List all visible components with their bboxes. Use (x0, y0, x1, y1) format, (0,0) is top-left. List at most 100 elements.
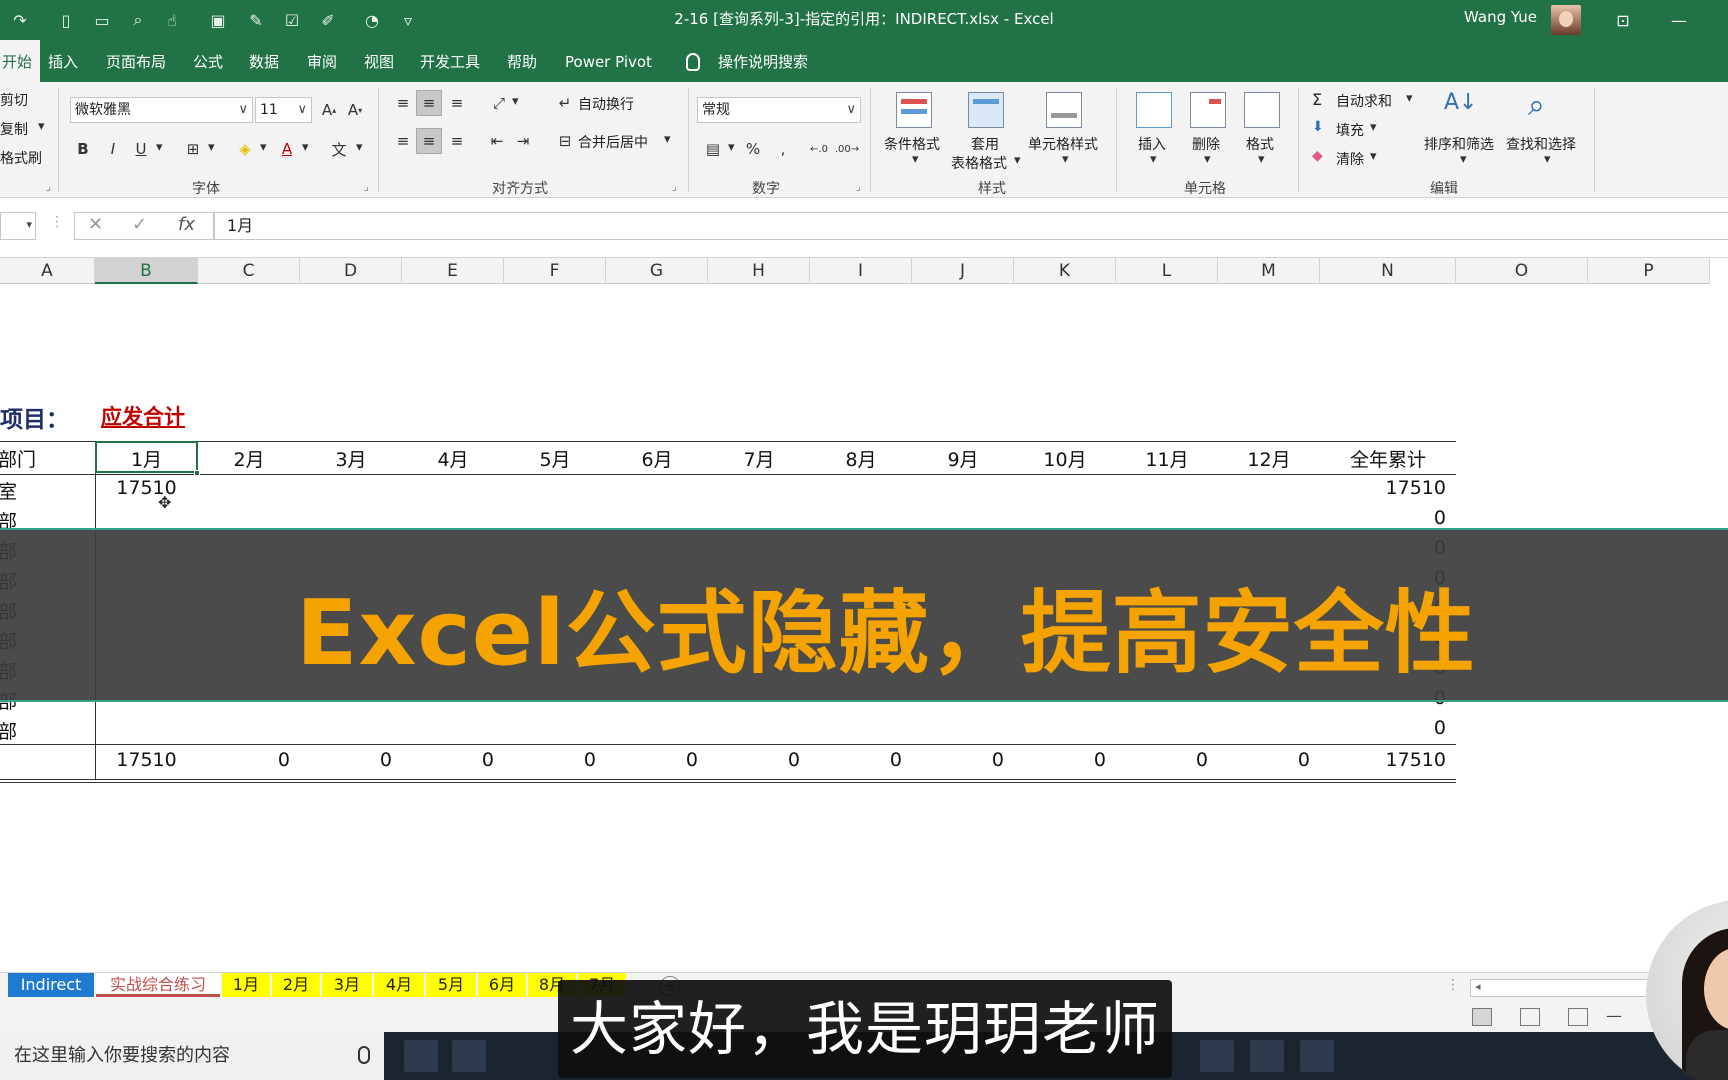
column-header-m[interactable]: M (1218, 258, 1320, 284)
conditional-format-button[interactable]: 条件格式 (884, 134, 940, 154)
pen-icon[interactable]: ✐ (316, 9, 340, 31)
cell-styles-icon[interactable] (1046, 92, 1082, 128)
horizontal-scrollbar[interactable]: ◂ (1470, 979, 1650, 997)
sum-value[interactable]: 0 (912, 749, 1004, 771)
tell-me-search[interactable]: 操作说明搜索 (718, 40, 808, 82)
number-launcher-icon[interactable]: ⌟ (856, 182, 861, 193)
alignment-launcher-icon[interactable]: ⌟ (672, 182, 677, 193)
format-cells-button[interactable]: 格式 (1246, 134, 1274, 154)
phonetic-icon[interactable]: 文 (326, 136, 352, 162)
sheet-tab[interactable]: 1月 (222, 973, 270, 997)
align-bottom-icon[interactable]: ≡ (444, 90, 470, 116)
column-header-g[interactable]: G (606, 258, 708, 284)
sum-value[interactable]: 0 (504, 749, 596, 771)
find-dropdown-icon[interactable]: ▾ (1544, 152, 1551, 167)
underline-icon[interactable]: U (128, 136, 154, 162)
format-as-table-line1[interactable]: 套用 (971, 134, 999, 154)
cancel-formula-icon[interactable]: ✕ (88, 214, 103, 235)
conditional-format-icon[interactable] (896, 92, 932, 128)
fill-down-icon[interactable]: ⬇ (1312, 119, 1324, 135)
tab-review[interactable]: 审阅 (307, 40, 337, 82)
sheet-tab[interactable]: Indirect (8, 973, 94, 997)
find-magnifier-icon[interactable]: ⌕ (1528, 88, 1545, 123)
phonetic-dropdown-icon[interactable]: ▾ (356, 140, 363, 155)
column-header-f[interactable]: F (504, 258, 606, 284)
header-month[interactable]: 8月 (810, 445, 912, 472)
eraser-icon[interactable]: ◆ (1312, 148, 1323, 164)
taskbar-app-icon[interactable] (1200, 1040, 1234, 1072)
name-box[interactable]: ▾ (0, 212, 36, 240)
taskbar-search[interactable]: 在这里输入你要搜索的内容 (0, 1032, 384, 1080)
header-month[interactable]: 5月 (504, 445, 606, 472)
percent-icon[interactable]: % (740, 136, 766, 162)
fill-button[interactable]: 填充 (1336, 120, 1364, 140)
currency-icon[interactable]: ▤ (700, 136, 726, 162)
merge-center-button[interactable]: 合并后居中 (578, 132, 648, 152)
header-month[interactable]: 4月 (402, 445, 504, 472)
column-header-n[interactable]: N (1320, 258, 1456, 284)
cell-styles-button[interactable]: 单元格样式 (1028, 134, 1098, 154)
row-value-b[interactable]: 17510 (95, 477, 198, 499)
cut-button[interactable]: 剪切 (0, 90, 28, 110)
row-total[interactable]: 0 (1320, 507, 1446, 529)
format-painter-button[interactable]: 格式刷 (0, 148, 42, 168)
tab-split-grip-icon[interactable]: ⋮ (1446, 977, 1460, 993)
sort-filter-button[interactable]: 排序和筛选 (1424, 134, 1494, 154)
border-icon[interactable]: ⊞ (180, 136, 206, 162)
fill-color-dropdown-icon[interactable]: ▾ (260, 140, 267, 155)
header-month[interactable]: 12月 (1218, 445, 1320, 472)
column-header-j[interactable]: J (912, 258, 1014, 284)
copy-dropdown-icon[interactable]: ▾ (38, 119, 45, 134)
number-format-select[interactable]: 常规 ∨ (697, 97, 861, 123)
row-dept[interactable]: 部 (0, 717, 17, 744)
header-month[interactable]: 7月 (708, 445, 810, 472)
sheet-tab[interactable]: 2月 (272, 973, 320, 997)
delete-cells-icon[interactable] (1190, 92, 1226, 128)
open-folder-icon[interactable]: ▭ (90, 9, 114, 31)
zoom-out-icon[interactable]: — (1606, 1006, 1622, 1025)
column-header-a[interactable]: A (0, 258, 95, 284)
header-month[interactable]: 6月 (606, 445, 708, 472)
delete-dropdown-icon[interactable]: ▾ (1204, 152, 1211, 167)
taskbar-app-icon[interactable] (404, 1040, 438, 1072)
align-left-icon[interactable]: ≡ (390, 128, 416, 154)
font-color-icon[interactable]: A (274, 136, 300, 162)
align-right-icon[interactable]: ≡ (444, 128, 470, 154)
column-header-l[interactable]: L (1116, 258, 1218, 284)
fill-dropdown-icon[interactable]: ▾ (1370, 120, 1377, 135)
sum-value[interactable]: 0 (606, 749, 698, 771)
microphone-icon[interactable] (358, 1046, 370, 1064)
italic-icon[interactable]: I (100, 136, 126, 162)
clipboard-launcher-icon[interactable]: ⌟ (46, 182, 51, 193)
timer-icon[interactable]: ◔ (360, 9, 384, 31)
font-size-select[interactable]: 11 ∨ (255, 97, 312, 123)
fill-handle[interactable] (194, 470, 200, 476)
ribbon-display-icon[interactable]: ⊡ (1606, 6, 1640, 34)
sort-filter-icon[interactable]: A↓ (1444, 90, 1477, 115)
sheet-tab[interactable]: 5月 (426, 973, 476, 997)
autosum-dropdown-icon[interactable]: ▾ (1406, 91, 1413, 106)
screenshot-icon[interactable]: ▣ (206, 9, 230, 31)
column-header-k[interactable]: K (1014, 258, 1116, 284)
font-color-dropdown-icon[interactable]: ▾ (302, 140, 309, 155)
border-dropdown-icon[interactable]: ▾ (208, 140, 215, 155)
insert-cells-button[interactable]: 插入 (1138, 134, 1166, 154)
header-month[interactable]: 3月 (300, 445, 402, 472)
brush-icon[interactable]: ✎ (244, 9, 268, 31)
tab-page-layout[interactable]: 页面布局 (106, 40, 166, 82)
insert-cells-icon[interactable] (1136, 92, 1172, 128)
tab-power-pivot[interactable]: Power Pivot (565, 40, 652, 82)
row-total[interactable]: 0 (1320, 717, 1446, 739)
page-break-view-icon[interactable] (1568, 1008, 1588, 1026)
format-as-table-icon[interactable] (968, 92, 1004, 128)
bold-icon[interactable]: B (70, 136, 96, 162)
fill-color-icon[interactable]: ◈ (232, 136, 258, 162)
comma-icon[interactable]: , (770, 136, 796, 162)
sum-value[interactable]: 0 (198, 749, 290, 771)
conditional-format-dropdown-icon[interactable]: ▾ (912, 152, 919, 167)
user-avatar[interactable] (1551, 5, 1581, 35)
taskbar-app-icon[interactable] (1300, 1040, 1334, 1072)
merge-dropdown-icon[interactable]: ▾ (664, 132, 671, 147)
increase-font-icon[interactable]: A ▴ (316, 97, 342, 123)
print-preview-icon[interactable]: ⌕ (126, 9, 150, 31)
